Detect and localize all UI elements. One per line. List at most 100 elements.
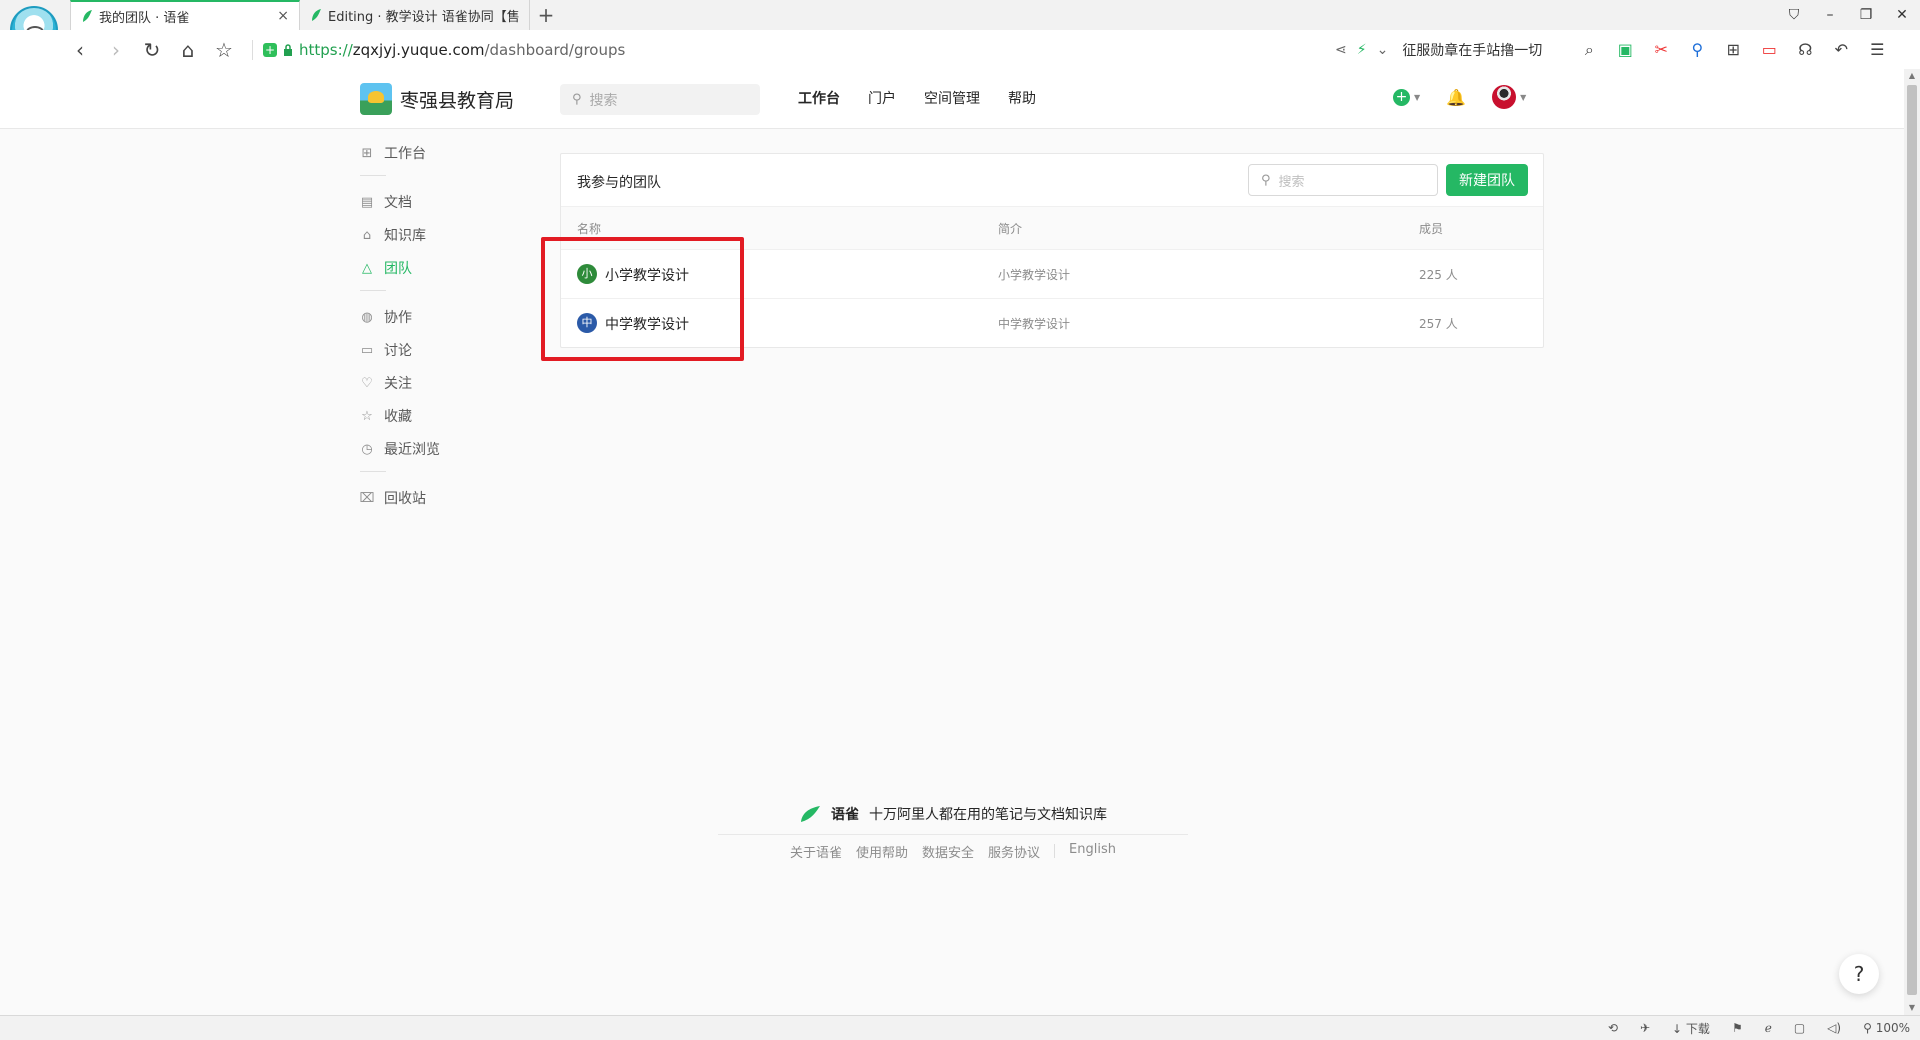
footer-link-help[interactable]: 使用帮助 [856, 842, 908, 861]
sidebar-item-label: 收藏 [384, 409, 412, 425]
sidebar-item-trash[interactable]: ⌧ 回收站 [360, 488, 426, 508]
apps-grid-icon[interactable]: ⊞ [1722, 40, 1744, 59]
nav-workbench[interactable]: 工作台 [798, 88, 840, 108]
skin-icon[interactable]: ⛉ [1776, 0, 1812, 30]
create-menu-button[interactable]: + ▼ [1393, 88, 1421, 106]
team-members: 225 人 [1419, 268, 1458, 282]
sidebar-item-label: 关注 [384, 376, 412, 392]
headphones-icon[interactable]: ☊ [1794, 40, 1816, 59]
sidebar-item-label: 团队 [384, 261, 412, 277]
scroll-down-icon[interactable]: ▼ [1904, 1001, 1920, 1015]
tab-my-teams[interactable]: 我的团队 · 语雀 × [70, 0, 300, 30]
sidebar-item-teams[interactable]: △ 团队 [360, 258, 412, 278]
speed-icon[interactable]: ⟲ [1608, 1021, 1618, 1035]
nav-help[interactable]: 帮助 [1008, 88, 1036, 108]
chevron-down-icon[interactable]: ⌄ [1377, 42, 1389, 58]
address-tools: ⋖ ⚡ ⌄ [1335, 42, 1388, 58]
download-button[interactable]: ↓ 下载 [1672, 1020, 1710, 1037]
footer-divider [718, 834, 1188, 835]
search-placeholder: 搜索 [589, 92, 618, 109]
restore-button[interactable]: ❐ [1848, 0, 1884, 30]
search-icon: ⚲ [572, 92, 582, 107]
sidebar-item-follow[interactable]: ♡ 关注 [360, 373, 412, 393]
footer-link-about[interactable]: 关于语雀 [790, 842, 842, 861]
help-button[interactable]: ? [1839, 954, 1879, 994]
sidebar-item-discussion[interactable]: ▭ 讨论 [360, 340, 412, 360]
org-logo[interactable] [360, 83, 392, 115]
tab-editing[interactable]: Editing · 教学设计 语雀协同【售 [300, 0, 530, 30]
ie-icon[interactable]: ℯ [1765, 1021, 1772, 1035]
user-menu[interactable]: ▼ [1492, 85, 1526, 109]
divider [1054, 844, 1056, 858]
header-search-input[interactable]: ⚲ 搜索 [560, 84, 760, 115]
bell-icon[interactable]: 🔔 [1446, 88, 1466, 107]
search-icon[interactable]: ⌕ [1578, 40, 1600, 60]
library-icon: ⌂ [362, 227, 372, 243]
undo-icon[interactable]: ↶ [1830, 40, 1852, 59]
team-name[interactable]: 中学教学设计 [605, 314, 689, 334]
caret-down-icon: ▼ [1414, 92, 1421, 102]
footer-branding: 语雀 十万阿里人都在用的笔记与文档知识库 [718, 802, 1188, 826]
site-header: 枣强县教育局 ⚲ 搜索 工作台 门户 空间管理 帮助 + ▼ 🔔 ▼ [0, 69, 1904, 129]
browser-search-hint[interactable]: 征服勋章在手站撸一切 [1402, 40, 1572, 60]
nav-portal[interactable]: 门户 [868, 88, 896, 108]
grid-icon: ⊞ [361, 145, 373, 161]
footer-brand[interactable]: 语雀 [831, 804, 859, 824]
team-search-input[interactable]: ⚲ 搜索 [1248, 164, 1438, 196]
address-bar[interactable]: + https:// zqxjyj.yuque.com /dashboard/g… [263, 35, 1303, 65]
search-icon: ⚲ [1261, 172, 1271, 188]
window-icon[interactable]: ▢ [1794, 1021, 1805, 1035]
nav-space-admin[interactable]: 空间管理 [924, 88, 980, 108]
footer-link-security[interactable]: 数据安全 [922, 842, 974, 861]
scrollbar-thumb[interactable] [1907, 85, 1917, 995]
sidebar-item-collab[interactable]: ◍ 协作 [360, 307, 412, 327]
new-team-button[interactable]: 新建团队 [1446, 164, 1528, 196]
scissors-icon[interactable]: ✂ [1650, 40, 1672, 59]
vertical-scrollbar[interactable]: ▲ ▼ [1904, 69, 1920, 1015]
lightning-icon[interactable]: ⚡ [1357, 42, 1367, 58]
home-button[interactable]: ⌂ [170, 32, 206, 68]
sidebar-item-favorites[interactable]: ☆ 收藏 [360, 406, 412, 426]
sidebar-item-docs[interactable]: ▤ 文档 [360, 192, 412, 212]
team-members: 257 人 [1419, 317, 1458, 331]
team-badge: 小 [577, 264, 597, 284]
close-window-button[interactable]: ✕ [1884, 0, 1920, 30]
back-button[interactable]: ‹ [62, 32, 98, 68]
sidebar-item-library[interactable]: ⌂ 知识库 [360, 225, 426, 245]
sidebar-item-label: 文档 [384, 195, 412, 211]
new-tab-button[interactable]: + [530, 0, 562, 30]
footer-link-english[interactable]: English [1069, 842, 1116, 861]
page-viewport: 枣强县教育局 ⚲ 搜索 工作台 门户 空间管理 帮助 + ▼ 🔔 ▼ ⊞ 工作台 [0, 69, 1904, 1015]
bookmark-star-icon[interactable]: ☆ [206, 32, 242, 68]
zoom-level[interactable]: ⚲ 100% [1863, 1021, 1910, 1035]
volume-icon[interactable]: ◁) [1827, 1021, 1841, 1035]
table-row[interactable]: 小 小学教学设计 小学教学设计 225 人 [561, 250, 1543, 299]
sidebar-divider [360, 471, 386, 472]
translate-icon[interactable]: ▣ [1614, 40, 1636, 59]
lock-icon [284, 43, 292, 56]
team-badge: 中 [577, 313, 597, 333]
flag-icon[interactable]: ⚑ [1732, 1021, 1743, 1035]
scroll-up-icon[interactable]: ▲ [1904, 69, 1920, 83]
magnifier-icon[interactable]: ⚲ [1686, 40, 1708, 59]
menu-icon[interactable]: ☰ [1866, 40, 1888, 59]
tab-close-icon[interactable]: × [277, 8, 289, 24]
team-name[interactable]: 小学教学设计 [605, 265, 689, 285]
share-icon[interactable]: ⋖ [1335, 42, 1347, 58]
footer-link-terms[interactable]: 服务协议 [988, 842, 1040, 861]
battery-icon[interactable]: ▭ [1758, 40, 1780, 59]
url-path: /dashboard/groups [484, 40, 626, 59]
column-desc: 简介 [998, 222, 1023, 236]
minimize-button[interactable]: – [1812, 0, 1848, 30]
browser-extensions: ⌕ ▣ ✂ ⚲ ⊞ ▭ ☊ ↶ ☰ [1578, 40, 1888, 60]
sidebar-item-label: 工作台 [384, 146, 426, 162]
pin-icon[interactable]: ✈ [1640, 1021, 1650, 1035]
sidebar-divider [360, 290, 386, 291]
sidebar-item-recent[interactable]: ◷ 最近浏览 [360, 439, 440, 459]
forward-button[interactable]: › [98, 32, 134, 68]
sidebar-item-workbench[interactable]: ⊞ 工作台 [360, 143, 426, 163]
org-name[interactable]: 枣强县教育局 [400, 86, 514, 113]
plus-icon: + [1393, 88, 1410, 106]
table-row[interactable]: 中 中学教学设计 中学教学设计 257 人 [561, 299, 1543, 348]
refresh-button[interactable]: ↻ [134, 32, 170, 68]
